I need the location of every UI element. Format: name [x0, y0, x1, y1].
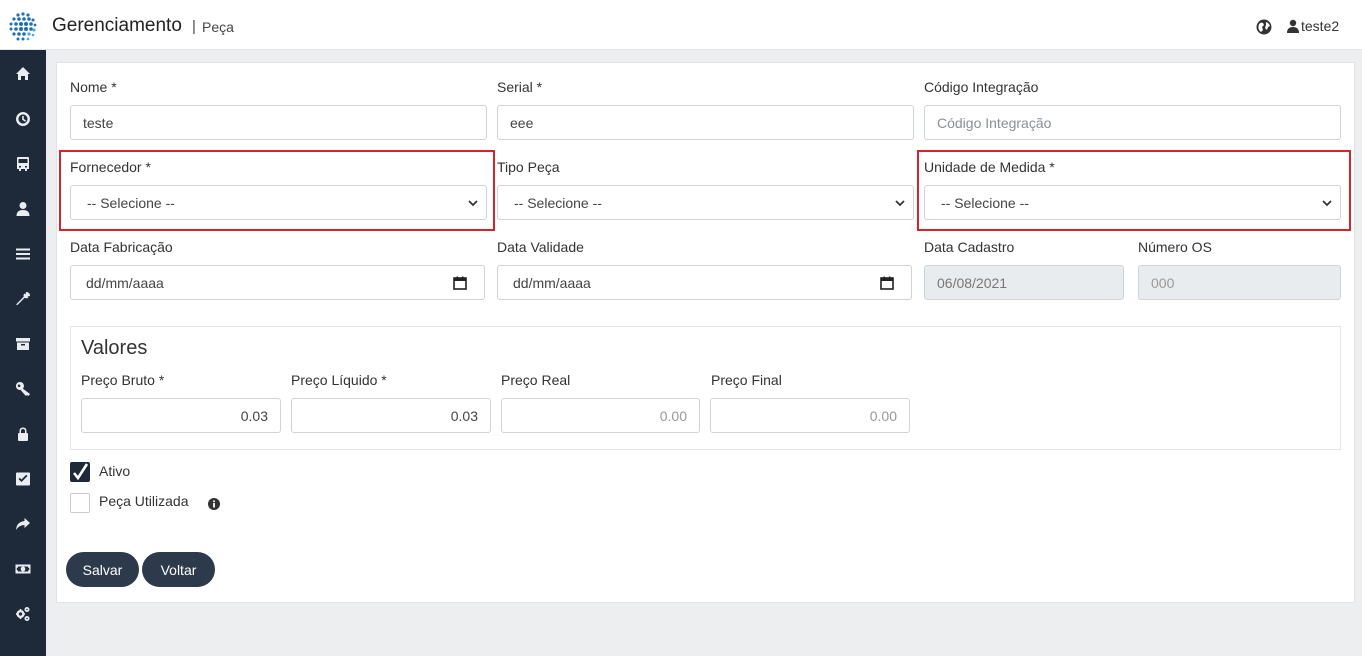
- codigo-integracao-label: Código Integração: [924, 79, 1039, 95]
- preco-liquido-input[interactable]: 0.03: [291, 398, 491, 433]
- valores-title: Valores: [81, 337, 148, 359]
- highlight-unidade-medida: [917, 150, 1351, 231]
- sidebar-item-list[interactable]: [0, 236, 46, 272]
- serial-input[interactable]: eee: [497, 105, 914, 140]
- sidebar-item-tasks[interactable]: [0, 461, 46, 497]
- sidebar-item-users[interactable]: [0, 191, 46, 227]
- sidebar: [0, 50, 46, 656]
- ativo-label: Ativo: [99, 463, 131, 479]
- back-button[interactable]: Voltar: [142, 552, 215, 587]
- calendar-icon[interactable]: [880, 276, 894, 290]
- top-header: Gerenciamento | Peça teste2: [0, 0, 1362, 50]
- data-validade-input[interactable]: dd/mm/aaaa: [497, 265, 912, 300]
- codigo-integracao-input[interactable]: Código Integração: [924, 105, 1341, 140]
- clock-icon: [16, 112, 31, 126]
- app-title: Gerenciamento: [52, 15, 182, 36]
- preco-liquido-label: Preço Líquido *: [291, 372, 387, 388]
- tipo-peca-select[interactable]: -- Selecione --: [497, 185, 914, 220]
- sidebar-item-archive[interactable]: [0, 326, 46, 362]
- serial-label: Serial *: [497, 79, 543, 95]
- data-fabricacao-label: Data Fabricação: [70, 239, 173, 255]
- data-fabricacao-input[interactable]: dd/mm/aaaa: [70, 265, 485, 300]
- sidebar-item-security[interactable]: [0, 416, 46, 452]
- cogs-icon: [16, 607, 30, 621]
- sidebar-item-finance[interactable]: [0, 551, 46, 587]
- preco-real-input[interactable]: 0.00: [501, 398, 700, 433]
- money-icon: [15, 564, 31, 574]
- nome-label: Nome *: [70, 79, 117, 95]
- sidebar-item-vehicles[interactable]: [0, 146, 46, 182]
- user-icon[interactable]: [1287, 19, 1299, 33]
- home-icon: [16, 67, 30, 80]
- logo-icon[interactable]: [6, 10, 40, 44]
- preco-final-input[interactable]: 0.00: [710, 398, 910, 433]
- title-separator: |: [192, 18, 196, 35]
- archive-icon: [16, 338, 30, 350]
- data-fabricacao-placeholder: dd/mm/aaaa: [86, 274, 164, 291]
- breadcrumb-page: Peça: [202, 19, 234, 35]
- sidebar-item-transfer[interactable]: [0, 506, 46, 542]
- tipo-peca-selected-value: -- Selecione --: [514, 194, 602, 211]
- share-icon: [16, 518, 30, 530]
- sidebar-item-settings[interactable]: [0, 596, 46, 632]
- data-cadastro-input: 06/08/2021: [924, 265, 1124, 300]
- data-validade-placeholder: dd/mm/aaaa: [513, 274, 591, 291]
- peca-utilizada-label: Peça Utilizada: [99, 493, 189, 509]
- numero-os-input: 000: [1138, 265, 1341, 300]
- sidebar-item-keys[interactable]: [0, 371, 46, 407]
- data-validade-label: Data Validade: [497, 239, 584, 255]
- highlight-fornecedor: [59, 150, 495, 231]
- info-icon[interactable]: [208, 498, 220, 510]
- sidebar-item-history[interactable]: [0, 101, 46, 137]
- chevron-down-icon: [895, 200, 905, 207]
- sidebar-item-tools[interactable]: [0, 281, 46, 317]
- data-cadastro-label: Data Cadastro: [924, 239, 1015, 255]
- peca-utilizada-checkbox[interactable]: [70, 493, 90, 513]
- user-icon: [16, 202, 30, 216]
- save-button[interactable]: Salvar: [66, 552, 139, 587]
- key-icon: [15, 382, 30, 396]
- preco-final-label: Preço Final: [711, 372, 782, 388]
- bus-icon: [17, 157, 29, 171]
- globe-icon[interactable]: [1256, 19, 1272, 35]
- check-square-icon: [16, 472, 30, 486]
- list-icon: [16, 248, 30, 260]
- preco-bruto-label: Preço Bruto *: [81, 372, 165, 388]
- nome-input[interactable]: teste: [70, 105, 487, 140]
- preco-bruto-input[interactable]: 0.03: [81, 398, 281, 433]
- preco-real-label: Preço Real: [501, 372, 571, 388]
- checkmark-icon: [72, 463, 89, 481]
- tipo-peca-label: Tipo Peça: [497, 159, 560, 175]
- ativo-checkbox[interactable]: [70, 462, 90, 482]
- sidebar-item-home[interactable]: [0, 56, 46, 92]
- numero-os-label: Número OS: [1138, 239, 1212, 255]
- lock-icon: [18, 427, 28, 441]
- user-name[interactable]: teste2: [1301, 18, 1339, 34]
- wrench-icon: [16, 292, 30, 306]
- calendar-icon[interactable]: [453, 276, 467, 290]
